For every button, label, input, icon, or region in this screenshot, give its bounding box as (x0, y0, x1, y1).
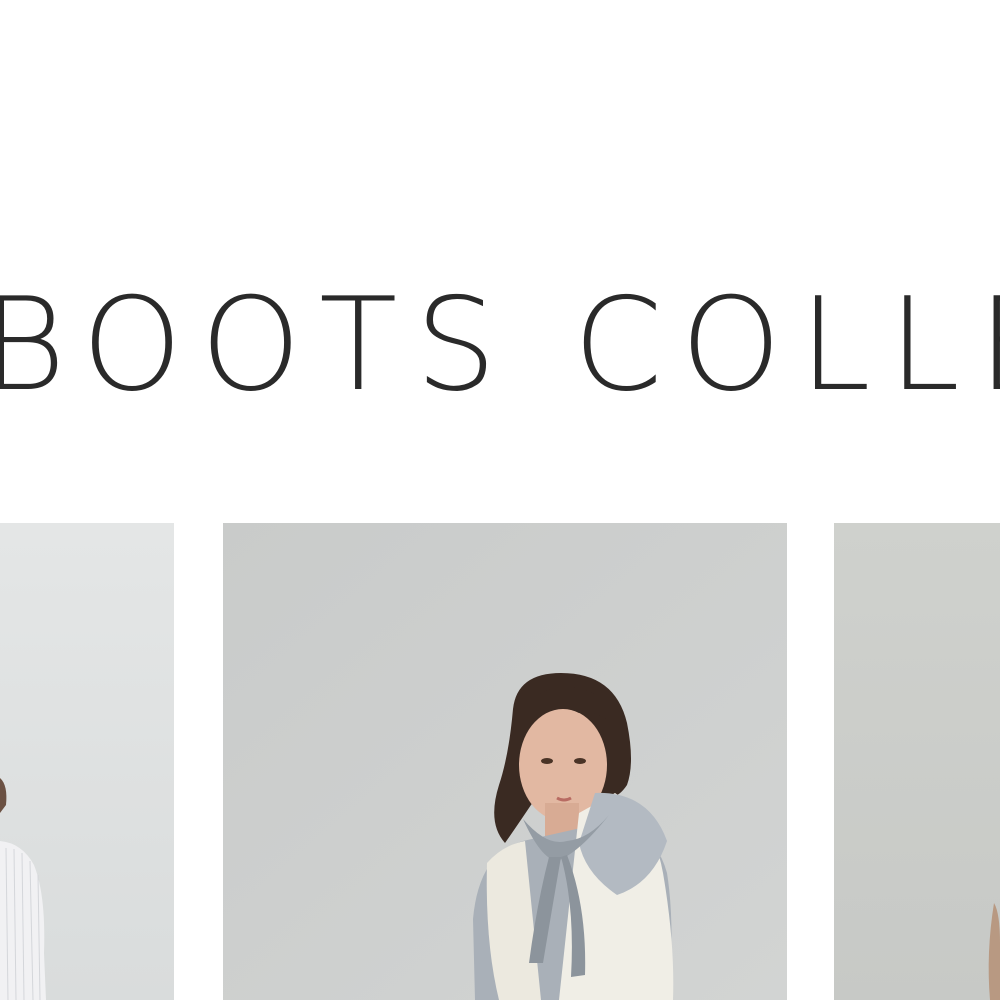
collection-title: BOOTS COLLE (0, 270, 1000, 420)
product-gallery (0, 523, 1000, 1000)
collection-page: BOOTS COLLE (0, 0, 1000, 1000)
model-photo-icon (223, 523, 787, 1000)
model-photo-icon (0, 523, 174, 1000)
gallery-card[interactable] (223, 523, 787, 1000)
model-photo-icon (834, 523, 1000, 1000)
gallery-card[interactable] (0, 523, 174, 1000)
gallery-card[interactable] (834, 523, 1000, 1000)
